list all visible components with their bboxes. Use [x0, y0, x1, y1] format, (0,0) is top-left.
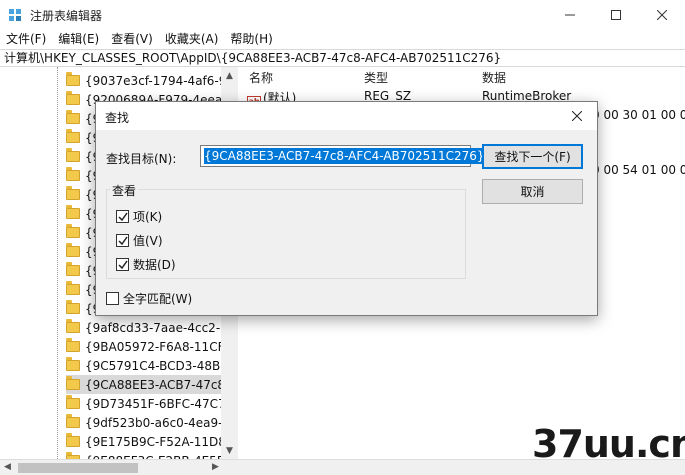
scroll-up-icon[interactable]: ▲	[221, 67, 238, 84]
address-bar[interactable]: 计算机\HKEY_CLASSES_ROOT\AppID\{9CA88EE3-AC…	[0, 49, 685, 67]
check-icon	[116, 210, 129, 223]
folder-icon	[66, 262, 80, 276]
tree-item-label: {9D73451F-6BFC-47C7-9	[85, 396, 236, 411]
dialog-title: 查找	[105, 111, 130, 125]
tree-item-label: {9CA88EE3-ACB7-47c8-A	[85, 377, 236, 392]
scroll-down-icon[interactable]: ▼	[221, 442, 238, 459]
scroll-thumb[interactable]	[18, 463, 138, 473]
scroll-right-icon[interactable]: ▶	[212, 462, 219, 472]
tree-item[interactable]: {9E175B9C-F52A-11D8-	[66, 432, 236, 451]
site-watermark: 37uu.cn	[532, 422, 685, 466]
folder-icon	[66, 129, 80, 143]
tree-item-label: {9df523b0-a6c0-4ea9-b	[85, 415, 231, 430]
column-header-name[interactable]: 名称	[249, 69, 273, 87]
tree-item[interactable]: {9af8cd33-7aae-4cc2-b0	[66, 318, 236, 337]
checkbox-keys-label: 项(K)	[133, 210, 163, 224]
tree-item[interactable]: {9D73451F-6BFC-47C7-9	[66, 394, 236, 413]
binary-value-partial: 0 00 30 01 00 00	[592, 108, 685, 122]
find-next-button[interactable]: 查找下一个(F)	[482, 144, 583, 169]
window-title: 注册表编辑器	[30, 9, 103, 23]
checkbox-data-label: 数据(D)	[133, 258, 176, 272]
checkbox-whole-match-label: 全字匹配(W)	[123, 292, 193, 306]
folder-icon	[66, 110, 80, 124]
check-icon	[116, 258, 129, 271]
folder-icon	[66, 72, 80, 86]
tree-item[interactable]: {9C5791C4-BCD3-48B8-	[66, 356, 236, 375]
find-target-input[interactable]: {9CA88EE3-ACB7-47c8-AFC4-AB702511C276}	[200, 145, 485, 167]
menu-favorites[interactable]: 收藏夹(A)	[163, 30, 221, 48]
tree-item-label: {9BA05972-F6A8-11CF-A	[85, 339, 236, 354]
column-header-data[interactable]: 数据	[482, 69, 506, 87]
title-bar: 注册表编辑器	[0, 0, 685, 30]
look-at-label: 查看	[110, 182, 139, 199]
folder-icon	[66, 338, 80, 352]
dialog-title-bar: 查找	[96, 102, 597, 130]
tree-item[interactable]: {9BA05972-F6A8-11CF-A	[66, 337, 236, 356]
folder-icon	[66, 243, 80, 257]
menu-bar: 文件(F) 编辑(E) 查看(V) 收藏夹(A) 帮助(H)	[0, 30, 685, 48]
cancel-button[interactable]: 取消	[482, 179, 583, 204]
minimize-button[interactable]	[547, 0, 593, 30]
tree-item[interactable]: {9df523b0-a6c0-4ea9-b	[66, 413, 236, 432]
binary-value-partial: 0 00 54 01 00 00	[592, 163, 685, 177]
folder-icon	[66, 376, 80, 390]
folder-icon	[66, 300, 80, 314]
folder-icon	[66, 205, 80, 219]
folder-icon	[66, 395, 80, 409]
scroll-left-icon[interactable]: ◀	[4, 462, 11, 472]
menu-edit[interactable]: 编辑(E)	[56, 30, 101, 48]
maximize-icon	[611, 10, 621, 20]
folder-icon	[66, 357, 80, 371]
registry-app-icon	[9, 9, 21, 21]
tree-item[interactable]: {9CA88EE3-ACB7-47c8-A	[66, 375, 236, 394]
folder-icon	[66, 167, 80, 181]
tree-item-label: {9037e3cf-1794-4af6-9c	[85, 73, 233, 88]
folder-icon	[66, 433, 80, 447]
tree-guide-line	[57, 67, 58, 459]
menu-file[interactable]: 文件(F)	[4, 30, 48, 48]
find-target-value: {9CA88EE3-ACB7-47c8-AFC4-AB702511C276}	[204, 148, 485, 164]
maximize-button[interactable]	[593, 0, 639, 30]
checkbox-values-label: 值(V)	[133, 234, 163, 248]
check-icon	[116, 234, 129, 247]
checkbox-data[interactable]: 数据(D)	[116, 256, 176, 273]
minimize-icon	[565, 14, 575, 16]
folder-icon	[66, 319, 80, 333]
menu-help[interactable]: 帮助(H)	[228, 30, 274, 48]
column-header-type[interactable]: 类型	[364, 69, 388, 87]
checkbox-keys[interactable]: 项(K)	[116, 208, 162, 225]
close-window-button[interactable]	[639, 0, 685, 30]
folder-icon	[66, 281, 80, 295]
tree-item-label: {9C5791C4-BCD3-48B8-	[85, 358, 233, 373]
close-icon	[657, 10, 667, 20]
find-target-label: 查找目标(N):	[106, 152, 177, 166]
checkbox-values[interactable]: 值(V)	[116, 232, 163, 249]
dialog-close-button[interactable]	[566, 106, 588, 126]
folder-icon	[66, 414, 80, 428]
unchecked-box-icon	[106, 292, 119, 305]
tree-item[interactable]: {9037e3cf-1794-4af6-9c	[66, 71, 236, 90]
find-dialog: 查找 查找目标(N): {9CA88EE3-ACB7-47c8-AFC4-AB7…	[95, 101, 598, 316]
folder-icon	[66, 148, 80, 162]
tree-item-label: {9E175B9C-F52A-11D8-	[85, 434, 231, 449]
folder-icon	[66, 186, 80, 200]
folder-icon	[66, 91, 80, 105]
checkbox-whole-match[interactable]: 全字匹配(W)	[106, 290, 192, 307]
menu-view[interactable]: 查看(V)	[109, 30, 155, 48]
folder-icon	[66, 224, 80, 238]
tree-item[interactable]: {9E88EF3C-E2BB-4E5E-A	[66, 451, 236, 459]
close-icon	[572, 111, 582, 121]
tree-item-label: {9af8cd33-7aae-4cc2-b0	[85, 320, 236, 335]
